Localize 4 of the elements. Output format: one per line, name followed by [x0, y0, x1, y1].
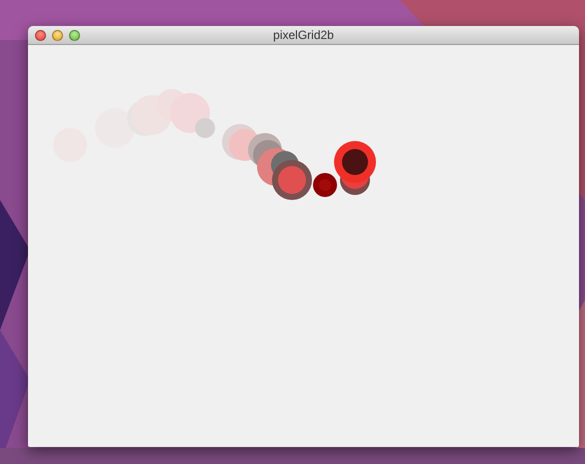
close-button[interactable] — [35, 30, 46, 40]
minimize-button[interactable] — [52, 30, 63, 40]
window-title: pixelGrid2b — [273, 28, 334, 42]
zoom-button[interactable] — [69, 30, 80, 40]
